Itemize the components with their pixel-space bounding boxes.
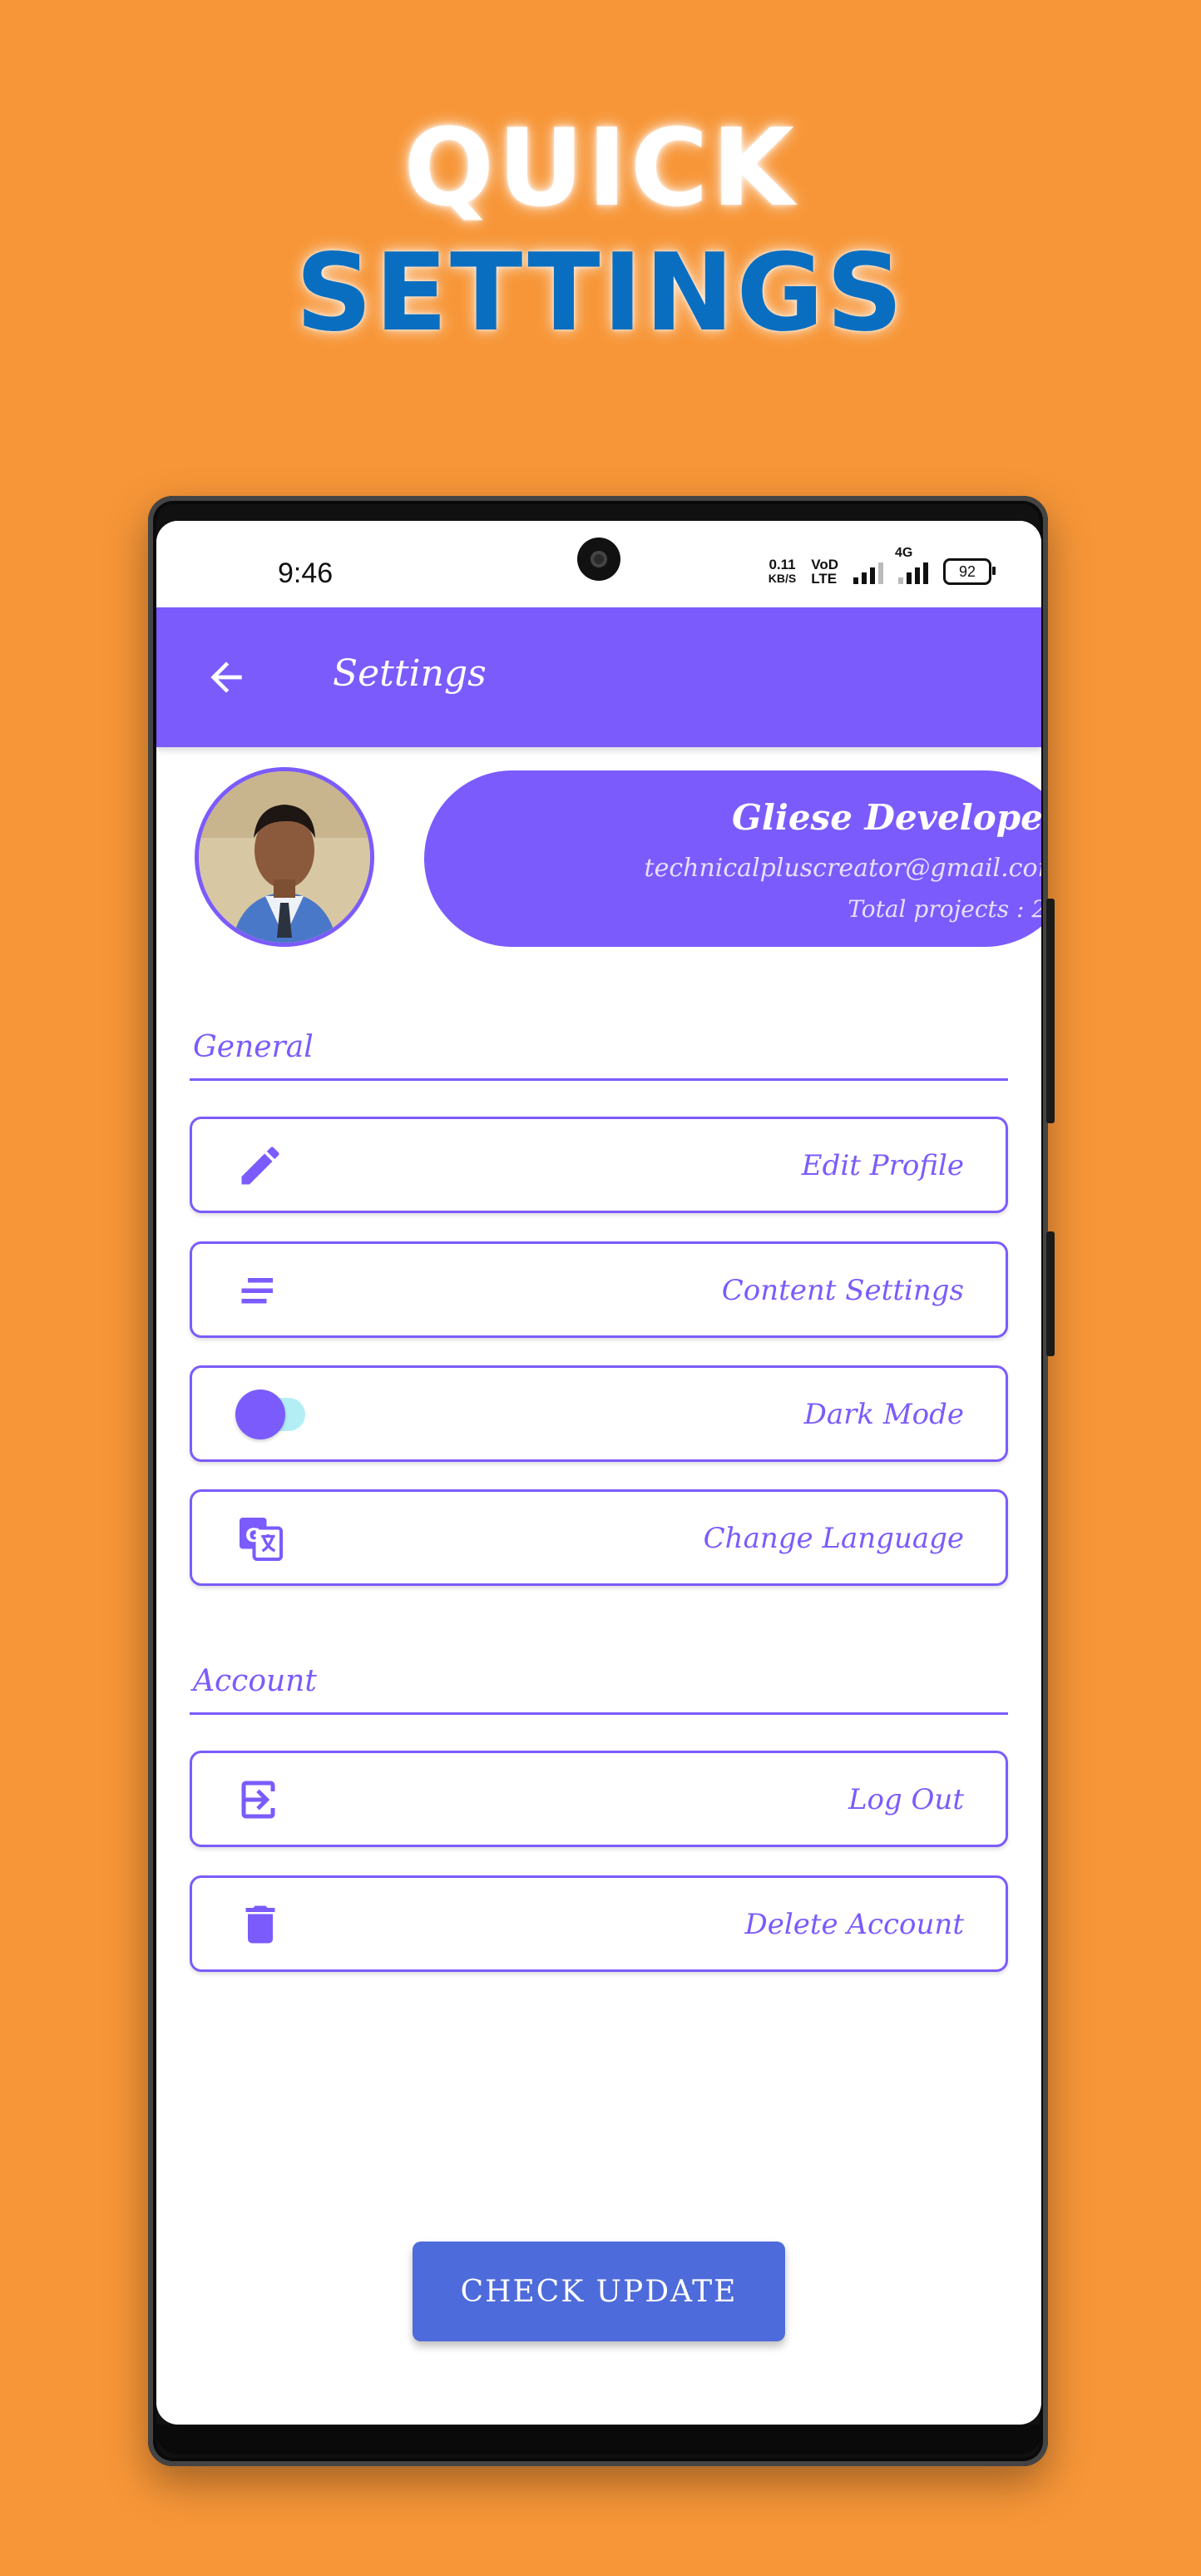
volte-bottom: LTE: [811, 571, 838, 587]
profile-name: Gliese Developer: [732, 797, 1041, 838]
volte-top: VoD: [811, 557, 838, 572]
section-title-general: General: [193, 1030, 314, 1064]
phone-side-button: [1046, 899, 1055, 1123]
net-speed: 0.11 KB/S: [769, 557, 796, 586]
app-bar: Settings: [156, 607, 1041, 747]
section-divider: [190, 1078, 1008, 1081]
battery-level: 92: [958, 562, 976, 580]
profile-email: technicalpluscreator@gmail.com: [644, 854, 1041, 883]
edit-profile-label: Edit Profile: [801, 1149, 964, 1182]
network-type: 4G: [895, 546, 913, 560]
trash-icon: [245, 1905, 275, 1944]
content-settings-label: Content Settings: [721, 1274, 964, 1307]
log-out-button[interactable]: Log Out: [190, 1751, 1008, 1847]
net-speed-unit: KB/S: [768, 572, 797, 585]
hero-title-line1: QUICK: [403, 107, 798, 230]
check-update-button[interactable]: CHECK UPDATE: [413, 2242, 785, 2341]
translate-icon: G: [240, 1518, 283, 1561]
phone-bottom-bezel: [156, 2425, 1041, 2455]
arrow-left-icon[interactable]: [203, 654, 250, 701]
change-language-button[interactable]: G Change Language: [190, 1489, 1008, 1586]
log-out-label: Log Out: [848, 1783, 964, 1816]
signal-icon: [853, 559, 883, 584]
profile-project-count: Total projects : 26: [848, 895, 1041, 923]
profile-card[interactable]: Gliese Developer technicalpluscreator@gm…: [424, 770, 1041, 947]
svg-text:G: G: [245, 1525, 260, 1547]
delete-account-button[interactable]: Delete Account: [190, 1875, 1008, 1972]
avatar-photo: [199, 771, 370, 943]
page-title: Settings: [333, 652, 487, 695]
status-time: 9:46: [278, 557, 334, 589]
front-camera: [577, 537, 620, 581]
status-bar: 9:46 0.11 KB/S VoD LTE 4G 92: [156, 521, 1041, 607]
signal-4g-icon: 4G: [895, 546, 928, 584]
notes-icon: [241, 1278, 273, 1304]
content-settings-button[interactable]: Content Settings: [190, 1241, 1008, 1338]
section-divider: [190, 1712, 1008, 1715]
phone-screen: 9:46 0.11 KB/S VoD LTE 4G 92 Settings Gl…: [156, 521, 1041, 2425]
edit-profile-button[interactable]: Edit Profile: [190, 1117, 1008, 1213]
status-icons: 0.11 KB/S VoD LTE 4G 92: [769, 546, 996, 586]
dark-mode-row[interactable]: Dark Mode: [190, 1365, 1008, 1462]
delete-account-label: Delete Account: [744, 1908, 964, 1941]
logout-icon: [241, 1781, 275, 1819]
volte-icon: VoD LTE: [811, 557, 838, 586]
dark-mode-label: Dark Mode: [803, 1398, 964, 1431]
dark-mode-toggle-knob[interactable]: [235, 1390, 285, 1439]
section-title-account: Account: [193, 1664, 317, 1698]
phone-side-button: [1046, 1231, 1055, 1356]
battery-icon: 92: [943, 558, 996, 585]
change-language-label: Change Language: [703, 1522, 964, 1555]
hero-title-line2: SETTINGS: [295, 231, 906, 355]
avatar[interactable]: [195, 767, 374, 947]
pencil-icon: [241, 1147, 279, 1185]
net-speed-value: 0.11: [769, 557, 796, 572]
